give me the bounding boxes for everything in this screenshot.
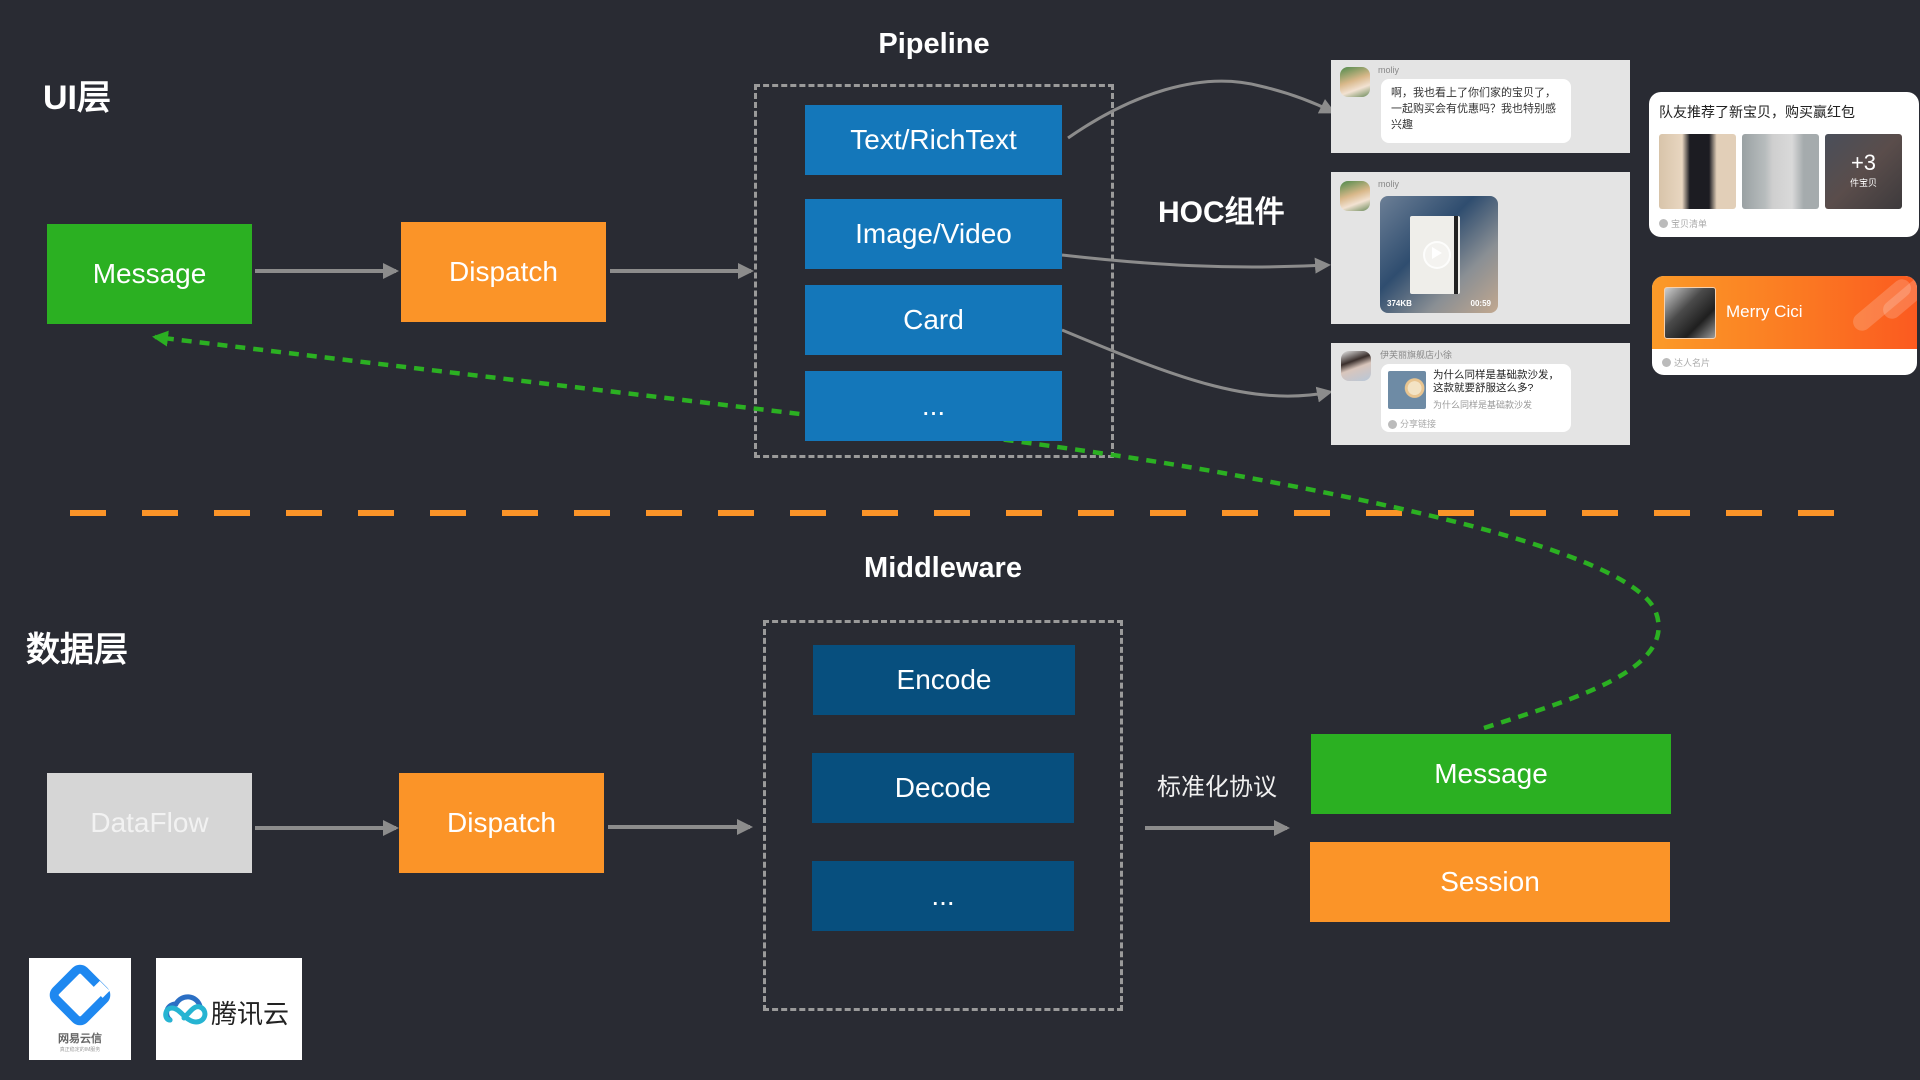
- product-image[interactable]: [1659, 134, 1736, 209]
- middleware-item-decode[interactable]: Decode: [812, 753, 1074, 823]
- dataflow-label: DataFlow: [90, 807, 209, 838]
- dataflow-box[interactable]: DataFlow: [47, 773, 252, 873]
- ui-dispatch-label: Dispatch: [449, 256, 558, 287]
- netease-logo-slogan: 真正稳定的IM服务: [59, 1047, 101, 1053]
- preview-product-card: 队友推荐了新宝贝，购买赢红包 +3 件宝贝 宝贝清单: [1649, 92, 1919, 237]
- chat-username: 伊芙丽旗舰店小徐: [1380, 350, 1453, 360]
- video-size: 374KB: [1387, 299, 1412, 308]
- product-more-count: +3: [1850, 150, 1877, 175]
- preview-text-chat: moliy 啊，我也看上了你们家的宝贝了，一起购买会有优惠吗？我也特别感兴趣: [1331, 60, 1630, 153]
- protocol-label: 标准化协议: [1157, 774, 1277, 801]
- output-session-box[interactable]: Session: [1310, 842, 1670, 922]
- link-footer-label: 分享链接: [1400, 419, 1437, 429]
- data-dispatch-box[interactable]: Dispatch: [399, 773, 604, 873]
- preview-link-chat: 伊芙丽旗舰店小徐 为什么同样是基础款沙发，这款就要舒服这么多? 为什么同样是基础…: [1331, 343, 1630, 445]
- video-frame-band: [1454, 216, 1458, 294]
- middleware-item-label: ...: [931, 880, 955, 911]
- link-footer: 分享链接: [1388, 416, 1436, 432]
- product-card-footer-label: 宝贝清单: [1671, 219, 1708, 229]
- ui-dispatch-box[interactable]: Dispatch: [401, 222, 606, 322]
- link-bubble[interactable]: 为什么同样是基础款沙发，这款就要舒服这么多? 为什么同样是基础款沙发 分享链接: [1381, 364, 1571, 432]
- pipeline-item-card[interactable]: Card: [805, 285, 1062, 355]
- user-avatar: [1341, 351, 1371, 381]
- product-image[interactable]: [1742, 134, 1819, 209]
- product-more-unit: 件宝贝: [1849, 178, 1877, 188]
- pipeline-item-image-video[interactable]: Image/Video: [805, 199, 1062, 269]
- tencent-cloud-logo: 腾讯云: [156, 958, 302, 1060]
- profile-card-footer-label: 达人名片: [1674, 358, 1711, 368]
- output-session-label: Session: [1440, 866, 1540, 897]
- ui-message-box[interactable]: Message: [47, 224, 252, 324]
- pipeline-item-more[interactable]: ...: [805, 371, 1062, 441]
- link-title: 为什么同样是基础款沙发，这款就要舒服这么多?: [1433, 369, 1559, 394]
- tencent-cloud-icon: [163, 994, 208, 1025]
- user-avatar: [1340, 181, 1370, 211]
- list-icon: [1659, 219, 1668, 228]
- video-duration: 00:59: [1470, 299, 1491, 308]
- pipeline-item-label: Image/Video: [855, 218, 1012, 249]
- hoc-label: HOC组件: [1158, 196, 1285, 229]
- video-thumbnail[interactable]: 374KB 00:59: [1380, 196, 1498, 313]
- profile-card-banner: Merry Cici: [1652, 276, 1917, 349]
- play-triangle-icon: [1432, 247, 1442, 259]
- pipeline-title: Pipeline: [878, 28, 990, 60]
- data-layer-title: 数据层: [26, 631, 128, 669]
- data-dispatch-label: Dispatch: [447, 807, 556, 838]
- product-card-footer: 宝贝清单: [1659, 217, 1707, 230]
- link-subtitle: 为什么同样是基础款沙发: [1433, 400, 1533, 410]
- product-card-title: 队友推荐了新宝贝，购买赢红包: [1659, 104, 1855, 120]
- chat-bubble: 啊，我也看上了你们家的宝贝了，一起购买会有优惠吗？我也特别感兴趣: [1381, 79, 1571, 143]
- preview-profile-card: Merry Cici 达人名片: [1652, 276, 1917, 375]
- ui-message-label: Message: [92, 258, 207, 289]
- pipeline-item-label: ...: [921, 390, 946, 421]
- middleware-item-label: Encode: [896, 664, 992, 695]
- chat-username: moliy: [1378, 179, 1400, 189]
- user-avatar: [1340, 67, 1370, 97]
- user-icon: [1662, 358, 1671, 367]
- profile-avatar: [1664, 287, 1716, 339]
- middleware-item-more[interactable]: ...: [812, 861, 1074, 931]
- tencent-logo-text: 腾讯云: [211, 999, 290, 1029]
- output-message-label: Message: [1434, 758, 1548, 789]
- product-more-tile[interactable]: +3 件宝贝: [1825, 134, 1902, 209]
- link-thumbnail: [1388, 371, 1426, 409]
- netease-yunxin-logo: 网易云信 真正稳定的IM服务: [29, 958, 131, 1060]
- output-message-box[interactable]: Message: [1311, 734, 1671, 814]
- ui-layer-title: UI层: [43, 79, 111, 117]
- middleware-item-label: Decode: [894, 772, 992, 803]
- pipeline-item-label: Text/RichText: [850, 124, 1017, 155]
- middleware-item-encode[interactable]: Encode: [813, 645, 1075, 715]
- profile-name: Merry Cici: [1726, 302, 1803, 321]
- chat-username: moliy: [1378, 65, 1400, 75]
- pipeline-item-label: Card: [903, 304, 964, 335]
- netease-logo-text: 网易云信: [58, 1033, 102, 1045]
- netease-logo-icon: [49, 964, 111, 1026]
- pipeline-item-text[interactable]: Text/RichText: [805, 105, 1062, 175]
- preview-video-chat: moliy 374KB 00:59: [1331, 172, 1630, 324]
- profile-card-footer: 达人名片: [1662, 356, 1710, 369]
- link-icon: [1388, 419, 1397, 429]
- middleware-title: Middleware: [864, 552, 1022, 584]
